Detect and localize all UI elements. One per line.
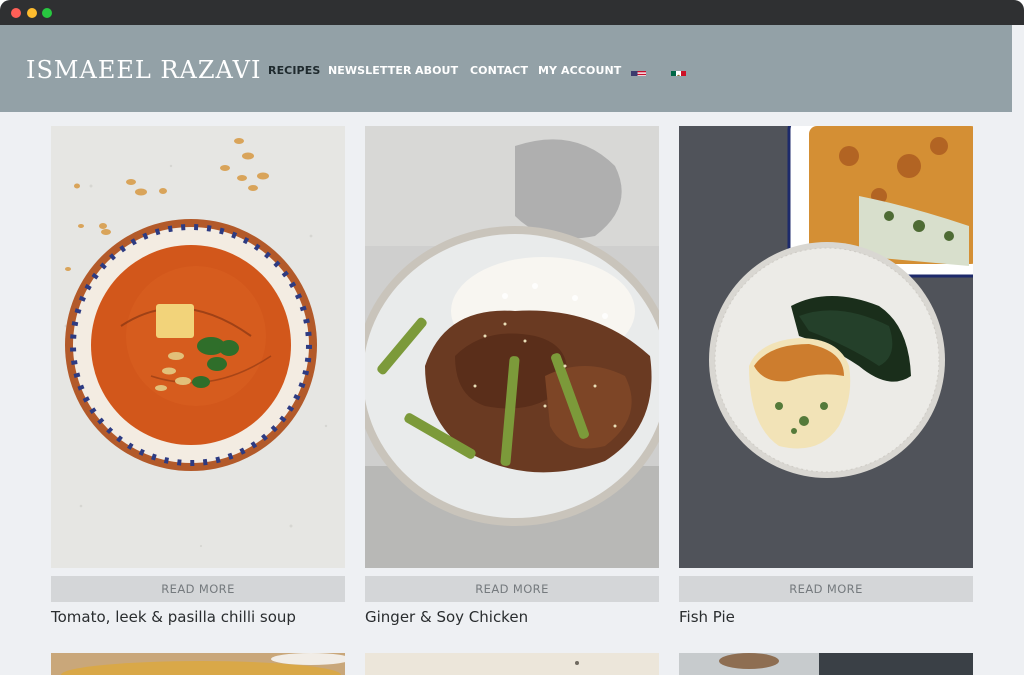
recipe-title[interactable]: Fish Pie xyxy=(679,608,979,626)
recipe-title[interactable]: Ginger & Soy Chicken xyxy=(365,608,665,626)
recipe-title[interactable]: Tomato, leek & pasilla chilli soup xyxy=(51,608,351,626)
fish-pie-photo[interactable] xyxy=(679,126,973,568)
nav-newsletter[interactable]: NEWSLETTER xyxy=(328,64,412,78)
chicken-photo[interactable] xyxy=(365,126,659,568)
nav-contact[interactable]: CONTACT xyxy=(470,64,528,78)
browser-window: ISMAEEL RAZAVI RECIPES NEWSLETTER ABOUT … xyxy=(0,0,1024,675)
maximize-window-icon[interactable] xyxy=(42,8,52,18)
read-more-button[interactable]: READ MORE xyxy=(679,576,973,602)
site-header: ISMAEEL RAZAVI RECIPES NEWSLETTER ABOUT … xyxy=(0,25,1012,112)
soup-photo[interactable] xyxy=(51,126,345,568)
read-more-button[interactable]: READ MORE xyxy=(51,576,345,602)
recipe-photo-peek[interactable] xyxy=(51,653,345,675)
nav-recipes[interactable]: RECIPES xyxy=(268,64,320,78)
recipe-photo-peek[interactable] xyxy=(679,653,973,675)
read-more-button[interactable]: READ MORE xyxy=(365,576,659,602)
minimize-window-icon[interactable] xyxy=(27,8,37,18)
close-window-icon[interactable] xyxy=(11,8,21,18)
recipe-photo-peek[interactable] xyxy=(365,653,659,675)
site-logo[interactable]: ISMAEEL RAZAVI xyxy=(26,56,261,84)
mexico-flag-icon[interactable] xyxy=(671,66,686,76)
window-titlebar xyxy=(0,0,1024,25)
nav-my-account[interactable]: MY ACCOUNT xyxy=(538,64,621,78)
nav-about[interactable]: ABOUT xyxy=(415,64,458,78)
us-flag-icon[interactable] xyxy=(631,66,646,76)
scrollbar-gutter xyxy=(1012,25,1024,675)
